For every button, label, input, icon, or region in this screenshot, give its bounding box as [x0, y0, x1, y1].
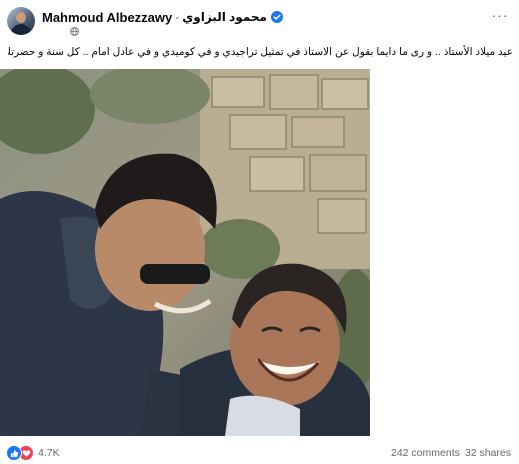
author-name-separator: - [175, 10, 180, 24]
comments-count-link[interactable]: 242 comments [391, 447, 460, 459]
avatar-body-shape [11, 24, 31, 35]
photo-illustration [0, 69, 370, 436]
author-avatar[interactable] [7, 7, 35, 35]
author-name-arabic[interactable]: محمود البزاوي [182, 10, 267, 24]
author-name-link[interactable]: Mahmoud Albezzawy [42, 10, 172, 25]
more-horizontal-icon: ··· [491, 7, 509, 23]
more-options-button[interactable]: ··· [489, 5, 511, 25]
engagement-stats: 242 comments 32 shares [391, 447, 511, 459]
shares-count-link[interactable]: 32 shares [465, 447, 511, 459]
post-text: عيد ميلاد الأستاذ .. و رى ما دايما بقول … [8, 45, 513, 59]
globe-icon[interactable] [70, 27, 79, 36]
avatar-head-shape [16, 12, 26, 23]
author-row: Mahmoud Albezzawy - محمود البزاوي [42, 9, 283, 25]
reactions-summary[interactable]: 4.7K [6, 445, 60, 461]
verified-badge-icon [270, 11, 283, 23]
post-header: Mahmoud Albezzawy - محمود البزاوي ··· [0, 0, 519, 40]
reaction-count: 4.7K [38, 447, 60, 459]
like-icon [6, 445, 22, 461]
post-photo[interactable] [0, 69, 370, 436]
post-text-body: عيد ميلاد الأستاذ .. و رى ما دايما بقول … [8, 46, 513, 58]
